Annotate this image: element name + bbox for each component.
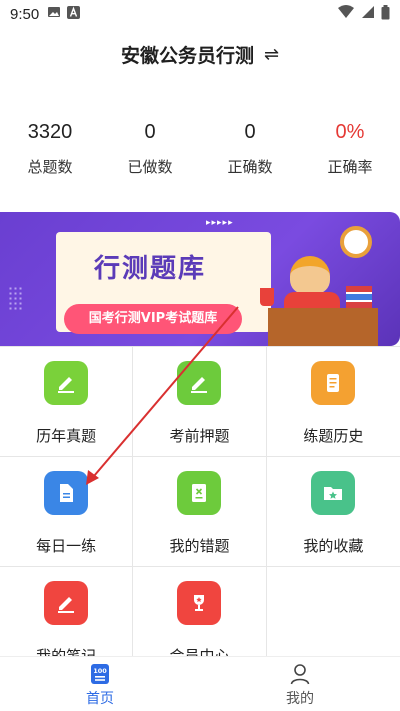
status-time: 9:50 <box>10 5 40 23</box>
stat-done-label: 已做数 <box>127 158 173 176</box>
dots-decoration <box>8 286 24 312</box>
promo-banner[interactable]: ▸▸▸▸▸ 行测题库 国考行测VIP考试题库 <box>0 212 400 346</box>
stat-rate-value: 0% <box>335 121 365 143</box>
swap-icon[interactable]: ⇌ <box>264 44 279 65</box>
stat-done: 0 已做数 <box>100 118 200 177</box>
status-bar: 9:50 <box>0 0 400 28</box>
grid-item-predicted[interactable]: 考前押题 <box>133 347 267 457</box>
pen-icon <box>44 581 89 625</box>
wifi-icon <box>337 5 355 23</box>
grid-item-label: 每日一练 <box>36 537 97 555</box>
nav-home-label: 首页 <box>86 691 114 707</box>
stat-total-value: 3320 <box>27 121 73 143</box>
stat-correct-value: 0 <box>244 121 256 143</box>
battery-icon <box>381 4 390 24</box>
grid-item-label: 历年真题 <box>36 427 97 445</box>
nav-home[interactable]: 100 首页 <box>0 657 200 711</box>
a-badge-icon <box>67 5 81 23</box>
feature-grid: 历年真题 考前押题 练题历史 每日一练 我的错题 我的收藏 我的笔记 <box>0 346 400 677</box>
person-icon <box>290 664 310 685</box>
pen-icon <box>177 361 222 405</box>
bottom-nav: 100 首页 我的 <box>0 656 400 711</box>
home-icon-text: 100 <box>93 667 107 675</box>
home-100-icon: 100 <box>91 664 109 684</box>
grid-item-label: 练题历史 <box>303 427 364 445</box>
arrows-decoration: ▸▸▸▸▸ <box>206 218 234 228</box>
app-header: 安徽公务员行测 ⇌ <box>0 38 400 70</box>
star-folder-icon <box>311 471 356 515</box>
grid-item-daily[interactable]: 每日一练 <box>0 457 134 567</box>
stats-row: 3320 总题数 0 已做数 0 正确数 0% 正确率 <box>0 118 400 177</box>
signal-icon <box>361 5 375 23</box>
grid-item-history[interactable]: 练题历史 <box>266 347 400 457</box>
nav-profile[interactable]: 我的 <box>200 657 400 711</box>
cup-illustration <box>260 288 274 306</box>
grid-item-label: 考前押题 <box>169 427 230 445</box>
nav-profile-label: 我的 <box>286 691 314 707</box>
pen-icon <box>44 361 89 405</box>
stat-rate-label: 正确率 <box>327 158 373 176</box>
stat-done-value: 0 <box>144 121 156 143</box>
banner-title: 行测题库 <box>94 254 207 284</box>
trophy-icon <box>177 581 222 625</box>
file-icon <box>44 471 89 515</box>
clock-illustration <box>340 226 372 258</box>
banner-card: 行测题库 国考行测VIP考试题库 <box>56 232 271 334</box>
grid-item-label: 我的收藏 <box>303 537 364 555</box>
document-icon <box>311 361 356 405</box>
grid-item-label: 我的错题 <box>169 537 230 555</box>
stat-rate: 0% 正确率 <box>300 118 400 177</box>
stat-total: 3320 总题数 <box>0 118 100 177</box>
grid-item-past-papers[interactable]: 历年真题 <box>0 347 134 457</box>
books-illustration <box>346 286 372 310</box>
grid-item-favorites[interactable]: 我的收藏 <box>266 457 400 567</box>
image-icon <box>47 5 61 23</box>
wrong-book-icon <box>177 471 222 515</box>
banner-subtitle: 国考行测VIP考试题库 <box>64 304 242 334</box>
stat-correct: 0 正确数 <box>200 118 300 177</box>
grid-item-wrong[interactable]: 我的错题 <box>133 457 267 567</box>
stat-total-label: 总题数 <box>27 158 73 176</box>
student-illustration <box>290 256 330 294</box>
stat-correct-label: 正确数 <box>227 158 273 176</box>
desk-illustration <box>268 308 378 346</box>
page-title: 安徽公务员行测 <box>120 44 254 67</box>
